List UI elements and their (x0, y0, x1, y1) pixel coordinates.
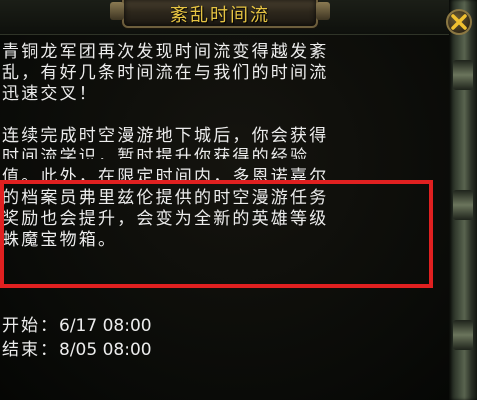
paragraph-intro: 青铜龙军团再次发现时间流变得越发紊 乱，有好几条时间流在与我们的时间流 迅速交叉… (2, 42, 442, 105)
text-line-partial: 时间流学识，暂时提升你获得的经验 (2, 147, 310, 159)
border-ornament (453, 320, 473, 350)
close-button[interactable] (446, 9, 472, 35)
text-line: 青铜龙军团再次发现时间流变得越发紊 (2, 42, 329, 62)
text-line: 乱，有好几条时间流在与我们的时间流 (2, 63, 329, 83)
title-plate: 紊乱时间流 (110, 0, 330, 28)
start-date-row: 开始：6/17 08:00 (2, 314, 152, 338)
close-icon (451, 14, 467, 30)
text-line: 蛛魔宝物箱。 (2, 230, 118, 250)
start-label: 开始： (2, 316, 59, 336)
text-line: 奖励也会提升，会变为全新的英雄等级 (2, 209, 329, 229)
dialog-title: 紊乱时间流 (170, 5, 270, 26)
text-line: 值。此外，在限定时间内，多恩诺嘉尔 (2, 167, 329, 187)
event-schedule: 开始：6/17 08:00 结束：8/05 08:00 (2, 314, 152, 362)
text-line: 的档案员弗里兹伦提供的时空漫游任务 (2, 188, 329, 208)
paragraph-details: 连续完成时空漫游地下城后，你会获得 时间流学识，暂时提升你获得的经验 值。此外，… (2, 126, 442, 251)
decorative-right-border (449, 0, 477, 400)
event-description: 青铜龙军团再次发现时间流变得越发紊 乱，有好几条时间流在与我们的时间流 迅速交叉… (2, 42, 442, 251)
border-ornament (453, 190, 473, 220)
border-ornament (453, 60, 473, 90)
start-date: 6/17 08:00 (59, 316, 152, 336)
event-dialog: 紊乱时间流 青铜龙军团再次发现时间流变得越发紊 乱，有好几条时间流在与我们的时间… (0, 0, 477, 400)
end-date-row: 结束：8/05 08:00 (2, 338, 152, 362)
end-date: 8/05 08:00 (59, 340, 152, 360)
text-line: 连续完成时空漫游地下城后，你会获得 (2, 126, 329, 146)
title-bar: 紊乱时间流 (0, 0, 477, 35)
text-line: 迅速交叉！ (2, 84, 98, 104)
end-label: 结束： (2, 340, 59, 360)
